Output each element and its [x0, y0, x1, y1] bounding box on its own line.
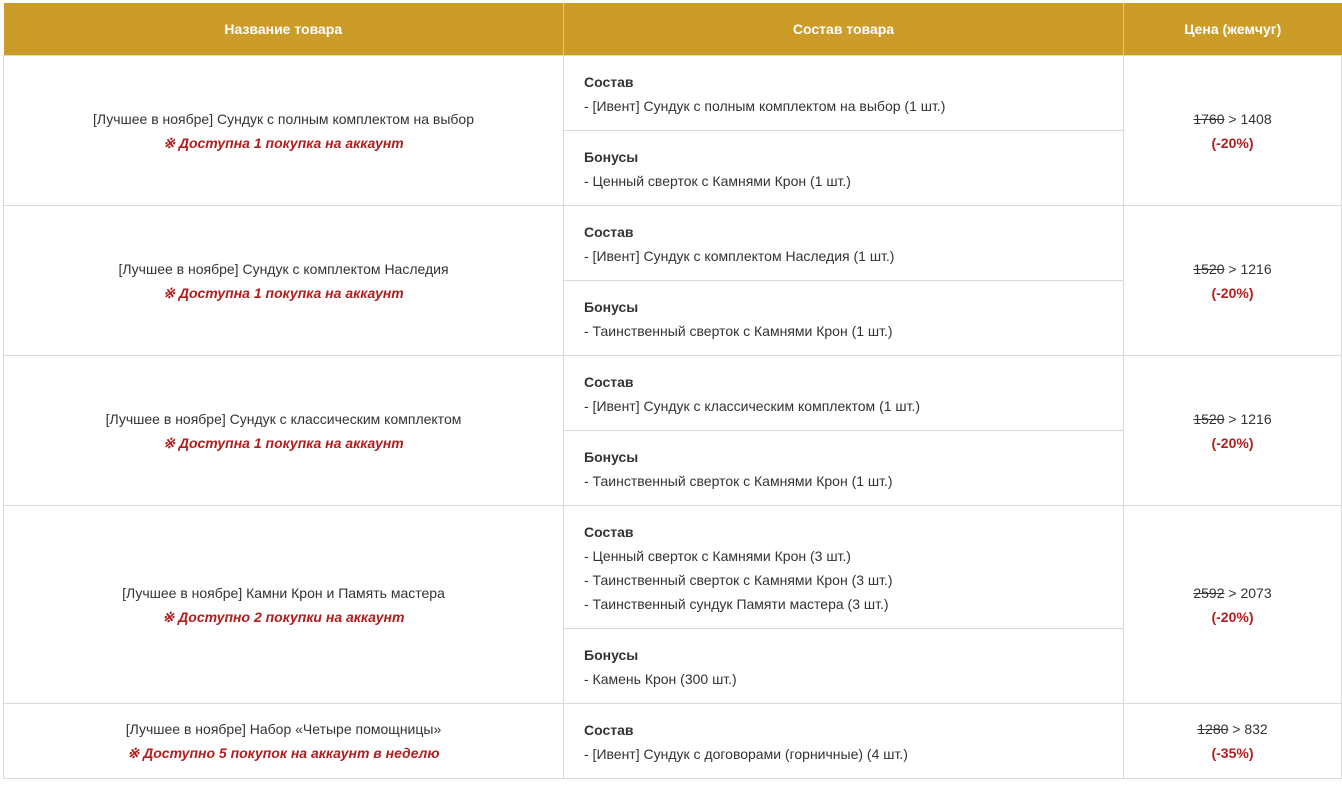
section-title: Бонусы: [584, 449, 639, 465]
contents-item: - Таинственный сундук Памяти мастера (3 …: [584, 596, 889, 612]
product-name: [Лучшее в ноябре] Сундук с классическим …: [105, 410, 462, 427]
product-name: [Лучшее в ноябре] Набор «Четыре помощниц…: [125, 721, 442, 737]
contents-item: - [Ивент] Сундук с комплектом Наследия (…: [584, 248, 895, 264]
product-name: [Лучшее в ноябре] Камни Крон и Память ма…: [122, 584, 445, 601]
section-title: Бонусы: [584, 647, 639, 663]
discount-badge: (-20%): [1211, 608, 1254, 625]
purchase-limit: ※ Доступна 1 покупка на аккаунт: [163, 134, 404, 151]
purchase-limit: ※ Доступна 1 покупка на аккаунт: [163, 284, 404, 301]
contents-item: - Таинственный сверток с Камнями Крон (1…: [584, 323, 893, 339]
product-contents-cell: Состав - [Ивент] Сундук с договорами (гор…: [563, 703, 1124, 779]
purchase-limit: ※ Доступна 1 покупка на аккаунт: [163, 434, 404, 451]
new-price: > 1216: [1224, 410, 1272, 427]
column-header-contents: Состав товара: [563, 3, 1124, 56]
old-price: 1520: [1193, 260, 1225, 277]
purchase-limit: ※ Доступно 5 покупок на аккаунт в неделю: [127, 745, 440, 761]
discount-badge: (-20%): [1211, 434, 1254, 451]
table-row: [Лучшее в ноябре] Сундук с классическим …: [3, 355, 1342, 506]
contents-item: - Таинственный сверток с Камнями Крон (3…: [584, 572, 893, 588]
price-cell: 1520 > 1216 (-20%): [1123, 205, 1342, 356]
product-name-cell: [Лучшее в ноябре] Набор «Четыре помощниц…: [3, 703, 564, 779]
product-name-cell: [Лучшее в ноябре] Сундук с полным компле…: [3, 55, 564, 206]
price-line: 1280 > 832: [1197, 721, 1267, 737]
price-cell: 1760 > 1408 (-20%): [1123, 55, 1342, 206]
contents-section: Бонусы - Камень Крон (300 шт.): [564, 628, 1123, 703]
section-title: Состав: [584, 524, 634, 540]
product-name-cell: [Лучшее в ноябре] Камни Крон и Память ма…: [3, 505, 564, 704]
contents-section: Бонусы - Таинственный сверток с Камнями К…: [564, 430, 1123, 505]
table-row: [Лучшее в ноябре] Камни Крон и Память ма…: [3, 505, 1342, 704]
product-name-cell: [Лучшее в ноябре] Сундук с классическим …: [3, 355, 564, 506]
contents-item: - Камень Крон (300 шт.): [584, 671, 737, 687]
old-price: 1520: [1193, 410, 1225, 427]
column-header-price: Цена (жемчуг): [1123, 3, 1342, 56]
old-price: 1280: [1197, 721, 1229, 737]
old-price: 1760: [1193, 110, 1225, 127]
section-title: Состав: [584, 224, 634, 240]
product-contents-cell: Состав - Ценный сверток с Камнями Крон (3…: [563, 505, 1124, 704]
contents-section: Состав - [Ивент] Сундук с классическим ко…: [564, 356, 1123, 430]
price-line: 1520 > 1216: [1193, 411, 1271, 427]
column-header-name: Название товара: [3, 3, 564, 56]
section-title: Состав: [584, 374, 634, 390]
contents-section: Бонусы - Ценный сверток с Камнями Крон (1…: [564, 130, 1123, 205]
product-contents-cell: Состав - [Ивент] Сундук с полным комплект…: [563, 55, 1124, 206]
discount-badge: (-35%): [1211, 745, 1254, 761]
discount-badge: (-20%): [1211, 134, 1254, 151]
product-name-cell: [Лучшее в ноябре] Сундук с комплектом На…: [3, 205, 564, 356]
product-name: [Лучшее в ноябре] Сундук с полным компле…: [92, 110, 475, 127]
product-contents-cell: Состав - [Ивент] Сундук с классическим ко…: [563, 355, 1124, 506]
table-row: [Лучшее в ноябре] Сундук с полным компле…: [3, 55, 1342, 206]
product-contents-cell: Состав - [Ивент] Сундук с комплектом Насл…: [563, 205, 1124, 356]
purchase-limit: ※ Доступно 2 покупки на аккаунт: [162, 608, 405, 625]
product-name: [Лучшее в ноябре] Сундук с комплектом На…: [118, 260, 449, 277]
contents-item: - Таинственный сверток с Камнями Крон (1…: [584, 473, 893, 489]
price-line: 1520 > 1216: [1193, 261, 1271, 277]
contents-item: - [Ивент] Сундук с договорами (горничные…: [584, 746, 908, 762]
product-table: Название товара Состав товара Цена (жемч…: [3, 3, 1342, 779]
table-header-row: Название товара Состав товара Цена (жемч…: [3, 3, 1342, 56]
price-cell: 1280 > 832 (-35%): [1123, 703, 1342, 779]
contents-section: Состав - [Ивент] Сундук с договорами (гор…: [564, 704, 1123, 778]
contents-section: Состав - [Ивент] Сундук с комплектом Насл…: [564, 206, 1123, 280]
section-title: Бонусы: [584, 299, 639, 315]
contents-section: Состав - Ценный сверток с Камнями Крон (3…: [564, 506, 1123, 628]
discount-badge: (-20%): [1211, 284, 1254, 301]
new-price: > 1408: [1224, 110, 1272, 127]
contents-section: Состав - [Ивент] Сундук с полным комплект…: [564, 56, 1123, 130]
table-row: [Лучшее в ноябре] Набор «Четыре помощниц…: [3, 703, 1342, 779]
price-line: 2592 > 2073: [1193, 585, 1271, 601]
price-line: 1760 > 1408: [1193, 111, 1271, 127]
new-price: > 832: [1228, 721, 1268, 737]
old-price: 2592: [1193, 584, 1225, 601]
section-title: Состав: [584, 74, 634, 90]
price-cell: 2592 > 2073 (-20%): [1123, 505, 1342, 704]
contents-item: - Ценный сверток с Камнями Крон (3 шт.): [584, 548, 851, 564]
table-row: [Лучшее в ноябре] Сундук с комплектом На…: [3, 205, 1342, 356]
contents-item: - [Ивент] Сундук с классическим комплект…: [584, 398, 921, 414]
contents-section: Бонусы - Таинственный сверток с Камнями К…: [564, 280, 1123, 355]
new-price: > 2073: [1224, 584, 1272, 601]
contents-item: - [Ивент] Сундук с полным комплектом на …: [584, 98, 946, 114]
section-title: Бонусы: [584, 149, 639, 165]
section-title: Состав: [584, 722, 634, 738]
new-price: > 1216: [1224, 260, 1272, 277]
price-cell: 1520 > 1216 (-20%): [1123, 355, 1342, 506]
contents-item: - Ценный сверток с Камнями Крон (1 шт.): [584, 173, 851, 189]
